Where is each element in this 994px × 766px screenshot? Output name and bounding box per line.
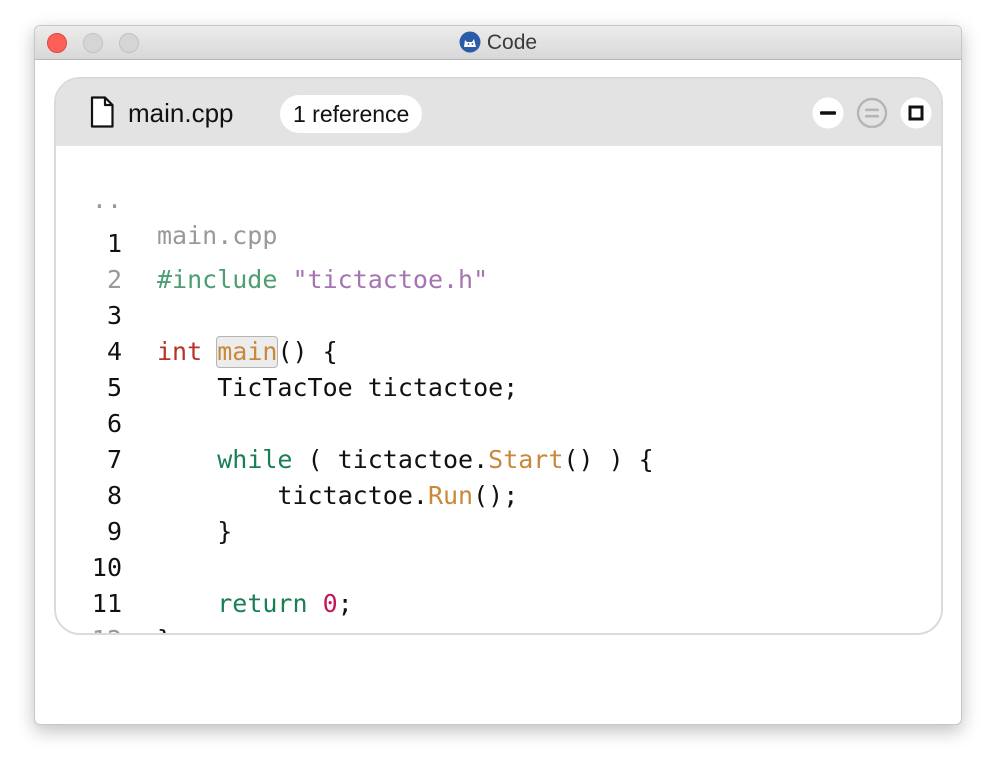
- editor-panel: main.cpp 1 reference .. main.cpp 1 #incl…: [54, 77, 943, 635]
- line-number: 12: [56, 622, 122, 633]
- title-bar[interactable]: Code: [35, 26, 961, 60]
- code-line-5[interactable]: 5: [56, 334, 941, 402]
- minus-icon[interactable]: [812, 97, 844, 129]
- cat-logo-icon: [459, 31, 481, 53]
- code-line-11[interactable]: 11 }: [56, 550, 941, 633]
- code-line-12[interactable]: 12: [56, 586, 941, 633]
- code-window: Code main.cpp 1 reference .. main.cpp 1 …: [34, 25, 962, 725]
- breadcrumb: .. main.cpp: [56, 146, 941, 250]
- code-line-1[interactable]: 1 #include "tictactoe.h": [56, 190, 941, 294]
- code-line-9[interactable]: 9: [56, 478, 941, 546]
- file-tab-name[interactable]: main.cpp: [128, 98, 234, 128]
- code-line-2[interactable]: 2: [56, 226, 941, 294]
- code-line-3[interactable]: 3 int main() {: [56, 262, 941, 368]
- code-line-10[interactable]: 10 return 0;: [56, 514, 941, 618]
- window-title: Code: [486, 31, 538, 54]
- code-line-6[interactable]: 6 while ( tictactoe.Start() ) {: [56, 370, 941, 474]
- code-line-8[interactable]: 8 }: [56, 442, 941, 546]
- references-badge[interactable]: 1 reference: [280, 95, 423, 133]
- code-line-7[interactable]: 7 tictactoe.Run();: [56, 406, 941, 510]
- window-title-group: Code: [35, 31, 961, 55]
- square-icon[interactable]: [900, 97, 932, 129]
- document-icon: [90, 96, 114, 128]
- equal-circle-icon[interactable]: [856, 97, 888, 129]
- editor-panel-header: main.cpp 1 reference: [56, 79, 941, 146]
- code-line-4[interactable]: 4 TicTacToe tictactoe;: [56, 298, 941, 402]
